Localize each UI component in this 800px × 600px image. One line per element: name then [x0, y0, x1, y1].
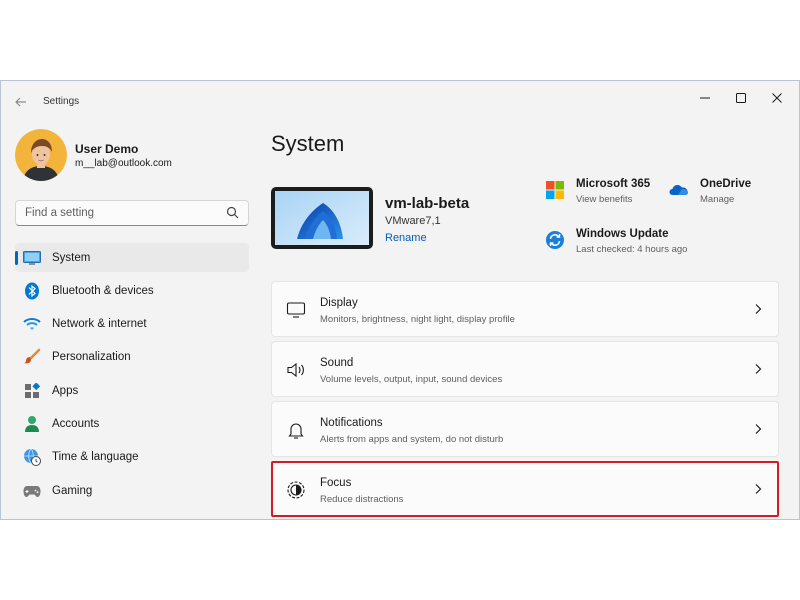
sidebar-item-accounts[interactable]: Accounts: [15, 409, 249, 438]
maximize-button[interactable]: [723, 85, 759, 111]
windows-update-link[interactable]: Windows Update Last checked: 4 hours ago: [545, 228, 687, 255]
sound-card[interactable]: Sound Volume levels, output, input, soun…: [271, 341, 779, 397]
close-button[interactable]: [759, 85, 795, 111]
sidebar-item-personalization[interactable]: Personalization: [15, 343, 249, 372]
wallpaper-image: [275, 191, 369, 245]
close-icon: [772, 93, 782, 103]
back-arrow-icon: [15, 97, 26, 107]
focus-icon: [287, 481, 305, 499]
user-email: m__lab@outlook.com: [75, 158, 172, 169]
page-title: System: [271, 131, 345, 156]
chevron-right-icon: [755, 484, 762, 494]
sidebar-item-network[interactable]: Network & internet: [15, 310, 249, 339]
sidebar-item-label: Time & language: [52, 451, 139, 464]
avatar: [15, 129, 67, 181]
sidebar-item-label: Bluetooth & devices: [52, 284, 154, 297]
monitor-icon: [23, 249, 41, 267]
user-name: User Demo: [75, 142, 139, 156]
quick-link-subtitle: Manage: [700, 194, 735, 205]
minimize-icon: [700, 97, 710, 99]
search-box[interactable]: [15, 200, 249, 226]
title-bar: Settings: [1, 81, 799, 121]
globe-clock-icon: [23, 448, 41, 467]
display-card[interactable]: Display Monitors, brightness, night ligh…: [271, 281, 779, 337]
user-avatar-icon: [15, 129, 67, 181]
quick-link-title: OneDrive: [700, 178, 752, 190]
sidebar-item-label: System: [52, 251, 91, 264]
user-profile[interactable]: User Demo m__lab@outlook.com: [15, 129, 245, 181]
settings-list: Display Monitors, brightness, night ligh…: [271, 281, 779, 519]
sidebar-item-label: Apps: [52, 384, 79, 397]
card-title: Focus: [320, 477, 352, 489]
chevron-right-icon: [755, 424, 762, 434]
sidebar-item-system[interactable]: System: [15, 243, 249, 272]
onedrive-link[interactable]: OneDrive Manage: [669, 178, 751, 205]
app-title: Settings: [43, 96, 80, 107]
device-name: vm-lab-beta: [385, 195, 470, 212]
sidebar-item-gaming[interactable]: Gaming: [15, 476, 249, 505]
bell-icon: [288, 423, 304, 439]
microsoft-365-link[interactable]: Microsoft 365 View benefits: [545, 178, 650, 205]
microsoft-logo-icon: [546, 181, 564, 199]
sidebar-item-time-language[interactable]: Time & language: [15, 443, 249, 472]
card-title: Sound: [320, 357, 354, 369]
card-title: Notifications: [320, 417, 383, 429]
card-title: Display: [320, 297, 358, 309]
speaker-icon: [287, 362, 304, 378]
card-subtitle: Monitors, brightness, night light, displ…: [320, 314, 515, 325]
notifications-card[interactable]: Notifications Alerts from apps and syste…: [271, 401, 779, 457]
rename-link[interactable]: Rename: [385, 232, 427, 244]
gamepad-icon: [23, 482, 41, 500]
card-subtitle: Volume levels, output, input, sound devi…: [320, 374, 503, 385]
maximize-icon: [736, 93, 746, 103]
settings-window: Settings User Demo m__lab@outlook.com Fi…: [0, 80, 800, 520]
windows-update-icon: [546, 231, 564, 249]
bluetooth-icon: [23, 282, 41, 300]
chevron-right-icon: [755, 364, 762, 374]
apps-icon: [23, 382, 41, 400]
quick-link-title: Windows Update: [576, 228, 669, 240]
brush-icon: [23, 348, 41, 366]
sidebar-item-bluetooth[interactable]: Bluetooth & devices: [15, 276, 249, 305]
quick-link-subtitle: Last checked: 4 hours ago: [576, 244, 688, 255]
focus-card[interactable]: Focus Reduce distractions: [271, 461, 779, 517]
quick-link-subtitle: View benefits: [576, 194, 633, 205]
sidebar-item-label: Network & internet: [52, 318, 147, 331]
search-icon: [226, 206, 239, 219]
search-input[interactable]: [16, 201, 221, 225]
minimize-button[interactable]: [687, 85, 723, 111]
sidebar-item-label: Accounts: [52, 417, 100, 430]
chevron-right-icon: [755, 304, 762, 314]
sidebar-item-label: Gaming: [52, 484, 93, 497]
person-icon: [23, 415, 41, 433]
back-button[interactable]: [9, 91, 33, 113]
onedrive-cloud-icon: [669, 185, 688, 195]
card-subtitle: Alerts from apps and system, do not dist…: [320, 434, 504, 445]
device-thumbnail: [271, 187, 373, 249]
sidebar-item-label: Personalization: [52, 351, 131, 364]
device-model: VMware7,1: [385, 215, 441, 227]
wifi-icon: [23, 315, 41, 333]
sidebar-item-apps[interactable]: Apps: [15, 376, 249, 405]
card-subtitle: Reduce distractions: [320, 494, 404, 505]
display-icon: [286, 302, 306, 318]
quick-link-title: Microsoft 365: [576, 178, 651, 190]
sidebar-nav: System Bluetooth & devices Network & int…: [15, 243, 249, 509]
